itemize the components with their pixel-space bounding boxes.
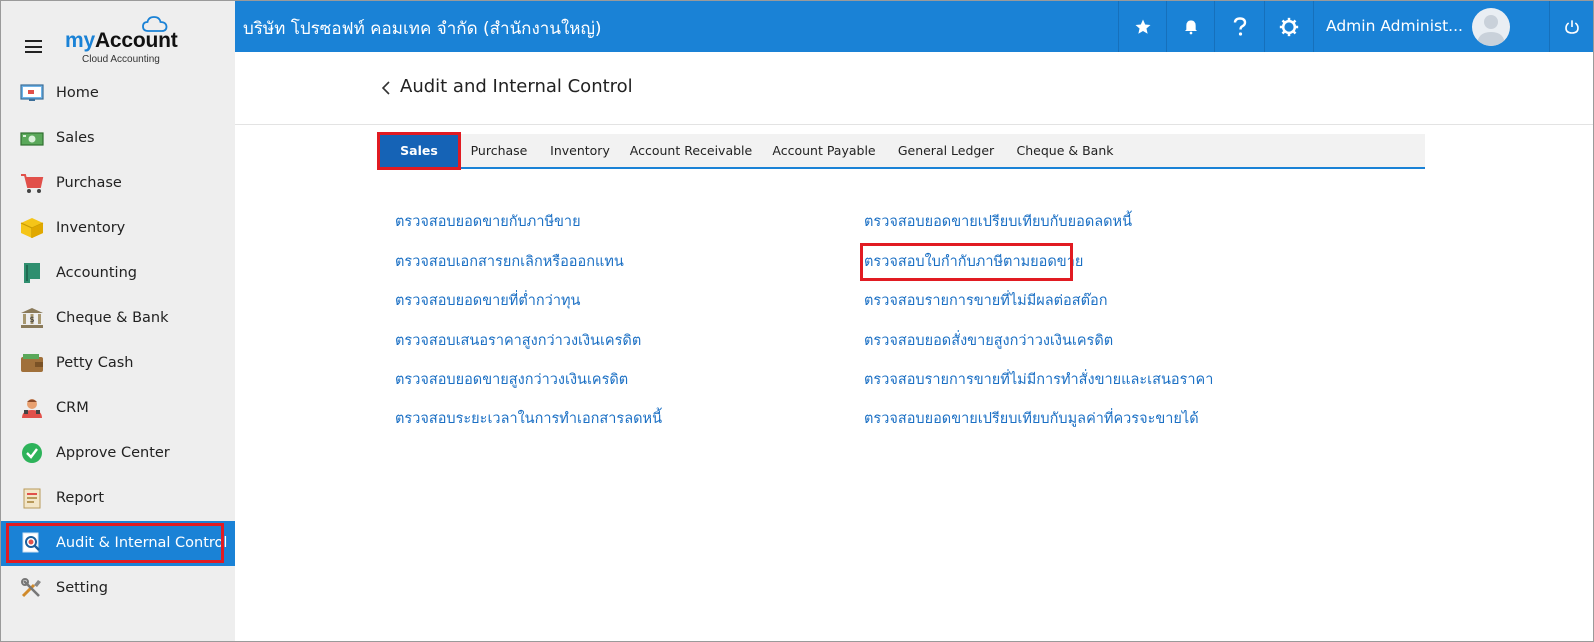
monitor-icon xyxy=(20,84,44,101)
brand-account: Account xyxy=(94,29,178,52)
highlight-box-tab xyxy=(377,132,461,170)
help-button[interactable] xyxy=(1214,1,1264,52)
sidebar-item-accounting[interactable]: Accounting xyxy=(1,251,235,296)
settings-button[interactable] xyxy=(1264,1,1313,52)
people-icon xyxy=(22,399,42,418)
sidebar-item-crm[interactable]: CRM xyxy=(1,386,235,431)
tab-purchase[interactable]: Purchase xyxy=(459,134,539,167)
page-header: Audit and Internal Control xyxy=(235,52,1593,125)
highlight-box-link xyxy=(860,243,1073,281)
sidebar-item-label: Report xyxy=(56,490,105,506)
brand-logo[interactable]: myAccount xyxy=(65,29,178,53)
tab-general-ledger[interactable]: General Ledger xyxy=(887,134,1005,167)
user-name: Admin Administ... xyxy=(1326,17,1463,35)
sidebar-item-petty-cash[interactable]: Petty Cash xyxy=(1,341,235,386)
sidebar-item-label: Sales xyxy=(56,130,95,146)
main-content: Audit and Internal Control Sales Purchas… xyxy=(235,52,1593,641)
brand-my: my xyxy=(65,29,95,52)
report-icon xyxy=(23,488,41,509)
box-icon xyxy=(20,218,44,238)
link-sales-vs-expected-value[interactable]: ตรวจสอบยอดขายเปรียบเทียบกับมูลค่าที่ควรจ… xyxy=(864,407,1199,430)
link-credit-note-duration[interactable]: ตรวจสอบระยะเวลาในการทำเอกสารลดหนี้ xyxy=(395,407,662,430)
hamburger-menu-icon[interactable] xyxy=(25,40,42,53)
sidebar-item-home[interactable]: Home xyxy=(1,71,235,116)
sidebar-item-sales[interactable]: Sales xyxy=(1,116,235,161)
favorites-button[interactable] xyxy=(1118,1,1166,52)
brand-subtitle: Cloud Accounting xyxy=(82,54,160,65)
sidebar-item-label: Home xyxy=(56,85,99,101)
cart-icon xyxy=(21,174,44,193)
tab-cheque-bank[interactable]: Cheque & Bank xyxy=(1005,134,1125,167)
logo-area: myAccount Cloud Accounting xyxy=(1,1,235,71)
sidebar-item-inventory[interactable]: Inventory xyxy=(1,206,235,251)
tab-bar: Sales Purchase Inventory Account Receiva… xyxy=(379,134,1425,169)
star-icon xyxy=(1135,19,1150,34)
sidebar-item-label: Inventory xyxy=(56,220,126,236)
link-cancelled-replaced-docs[interactable]: ตรวจสอบเอกสารยกเลิกหรือออกแทน xyxy=(395,250,624,273)
logout-button[interactable] xyxy=(1549,1,1593,52)
sidebar-item-label: Petty Cash xyxy=(56,355,134,371)
link-sales-vs-output-tax[interactable]: ตรวจสอบยอดขายกับภาษีขาย xyxy=(395,210,581,233)
sidebar-item-report[interactable]: Report xyxy=(1,476,235,521)
sidebar-item-setting[interactable]: Setting xyxy=(1,566,235,611)
check-circle-icon xyxy=(22,443,42,463)
sidebar-item-label: Accounting xyxy=(56,265,137,281)
user-silhouette-icon xyxy=(1477,15,1505,46)
sidebar-item-label: CRM xyxy=(56,400,89,416)
sidebar-item-purchase[interactable]: Purchase xyxy=(1,161,235,206)
question-mark-icon xyxy=(1233,16,1246,36)
tab-account-receivable[interactable]: Account Receivable xyxy=(621,134,761,167)
company-name[interactable]: บริษัท โปรซอฟท์ คอมเทค จำกัด (สำนักงานให… xyxy=(243,15,602,42)
user-menu[interactable]: Admin Administ... xyxy=(1313,1,1549,52)
notifications-button[interactable] xyxy=(1166,1,1214,52)
wallet-icon xyxy=(21,354,43,372)
power-icon xyxy=(1564,19,1579,34)
sidebar-item-approve-center[interactable]: Approve Center xyxy=(1,431,235,476)
money-icon xyxy=(20,132,44,146)
back-chevron-icon[interactable] xyxy=(380,79,394,97)
bell-icon xyxy=(1184,19,1197,34)
link-sales-vs-credit-note[interactable]: ตรวจสอบยอดขายเปรียบเทียบกับยอดลดหนี้ xyxy=(864,210,1132,233)
link-sales-below-cost[interactable]: ตรวจสอบยอดขายที่ต่ำกว่าทุน xyxy=(395,289,580,312)
link-sales-order-over-credit[interactable]: ตรวจสอบยอดสั่งขายสูงกว่าวงเงินเครดิต xyxy=(864,329,1113,352)
highlight-box-sidebar xyxy=(6,523,224,563)
ledger-book-icon xyxy=(24,263,40,283)
sidebar-item-label: Purchase xyxy=(56,175,122,191)
sidebar-item-label: Cheque & Bank xyxy=(56,310,169,326)
tab-inventory[interactable]: Inventory xyxy=(539,134,621,167)
tools-icon xyxy=(21,578,41,598)
sidebar-item-cheque-bank[interactable]: $ Cheque & Bank xyxy=(1,296,235,341)
page-title: Audit and Internal Control xyxy=(400,76,633,97)
sidebar-item-label: Approve Center xyxy=(56,445,170,461)
link-sales-no-stock-effect[interactable]: ตรวจสอบรายการขายที่ไม่มีผลต่อสต๊อก xyxy=(864,289,1108,312)
link-sales-over-credit[interactable]: ตรวจสอบยอดขายสูงกว่าวงเงินเครดิต xyxy=(395,368,628,391)
sidebar-item-label: Setting xyxy=(56,580,108,596)
tab-account-payable[interactable]: Account Payable xyxy=(761,134,887,167)
gear-icon xyxy=(1279,17,1299,36)
svg-text:$: $ xyxy=(29,315,34,324)
top-bar: บริษัท โปรซอฟท์ คอมเทค จำกัด (สำนักงานให… xyxy=(235,1,1593,52)
bank-icon: $ xyxy=(21,308,43,328)
avatar[interactable] xyxy=(1472,8,1510,46)
link-sales-without-order-quotation[interactable]: ตรวจสอบรายการขายที่ไม่มีการทำสั่งขายและเ… xyxy=(864,368,1213,391)
link-quotation-over-credit[interactable]: ตรวจสอบเสนอราคาสูงกว่าวงเงินเครดิต xyxy=(395,329,641,352)
